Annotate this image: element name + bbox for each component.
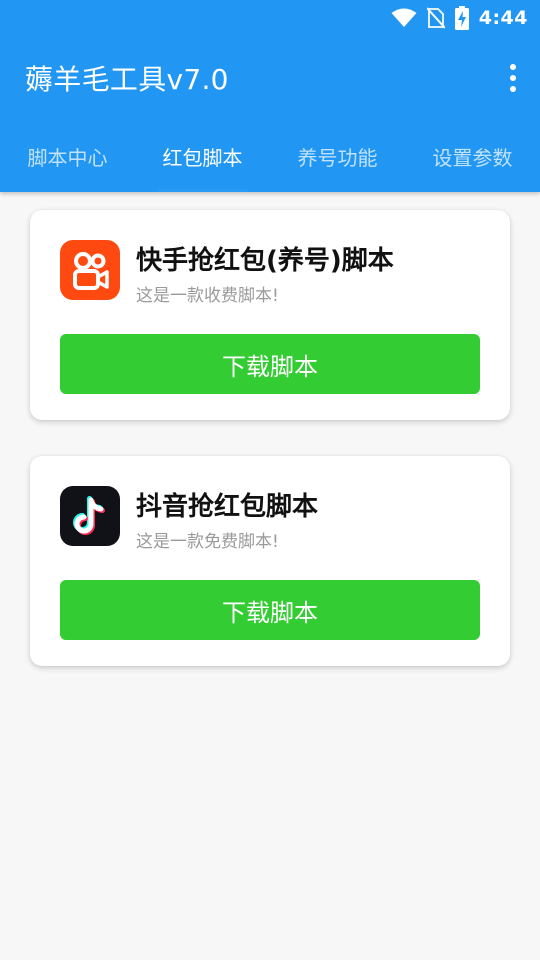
status-time: 4:44 xyxy=(478,7,528,29)
status-bar: 4:44 xyxy=(0,0,540,36)
script-description: 这是一款收费脚本! xyxy=(136,286,279,306)
script-card-douyin: 抖音抢红包脚本 这是一款免费脚本! 下载脚本 xyxy=(30,456,510,666)
app-title: 薅羊毛工具v7.0 xyxy=(25,63,229,96)
kuaishou-icon xyxy=(60,240,120,300)
script-title: 快手抢红包(养号)脚本 xyxy=(136,246,394,276)
tab-account-nurturing[interactable]: 养号功能 xyxy=(270,120,405,192)
download-script-button[interactable]: 下载脚本 xyxy=(60,334,480,394)
script-card-kuaishou: 快手抢红包(养号)脚本 这是一款收费脚本! 下载脚本 xyxy=(30,210,510,420)
tab-bar: 脚本中心 红包脚本 养号功能 设置参数 xyxy=(0,120,540,192)
tab-settings[interactable]: 设置参数 xyxy=(405,120,540,192)
wifi-icon xyxy=(391,8,417,28)
script-title: 抖音抢红包脚本 xyxy=(136,492,319,522)
tab-script-center[interactable]: 脚本中心 xyxy=(0,120,135,192)
tab-red-packet-scripts[interactable]: 红包脚本 xyxy=(135,120,270,192)
toolbar: 薅羊毛工具v7.0 xyxy=(0,36,540,120)
download-script-button[interactable]: 下载脚本 xyxy=(60,580,480,640)
script-description: 这是一款免费脚本! xyxy=(136,532,279,552)
app-bar: 4:44 薅羊毛工具v7.0 脚本中心 红包脚本 养号功能 设置参数 xyxy=(0,0,540,192)
douyin-icon xyxy=(60,486,120,546)
battery-charging-icon xyxy=(454,6,469,30)
more-vert-icon[interactable] xyxy=(506,64,520,92)
no-sim-icon xyxy=(426,7,445,29)
